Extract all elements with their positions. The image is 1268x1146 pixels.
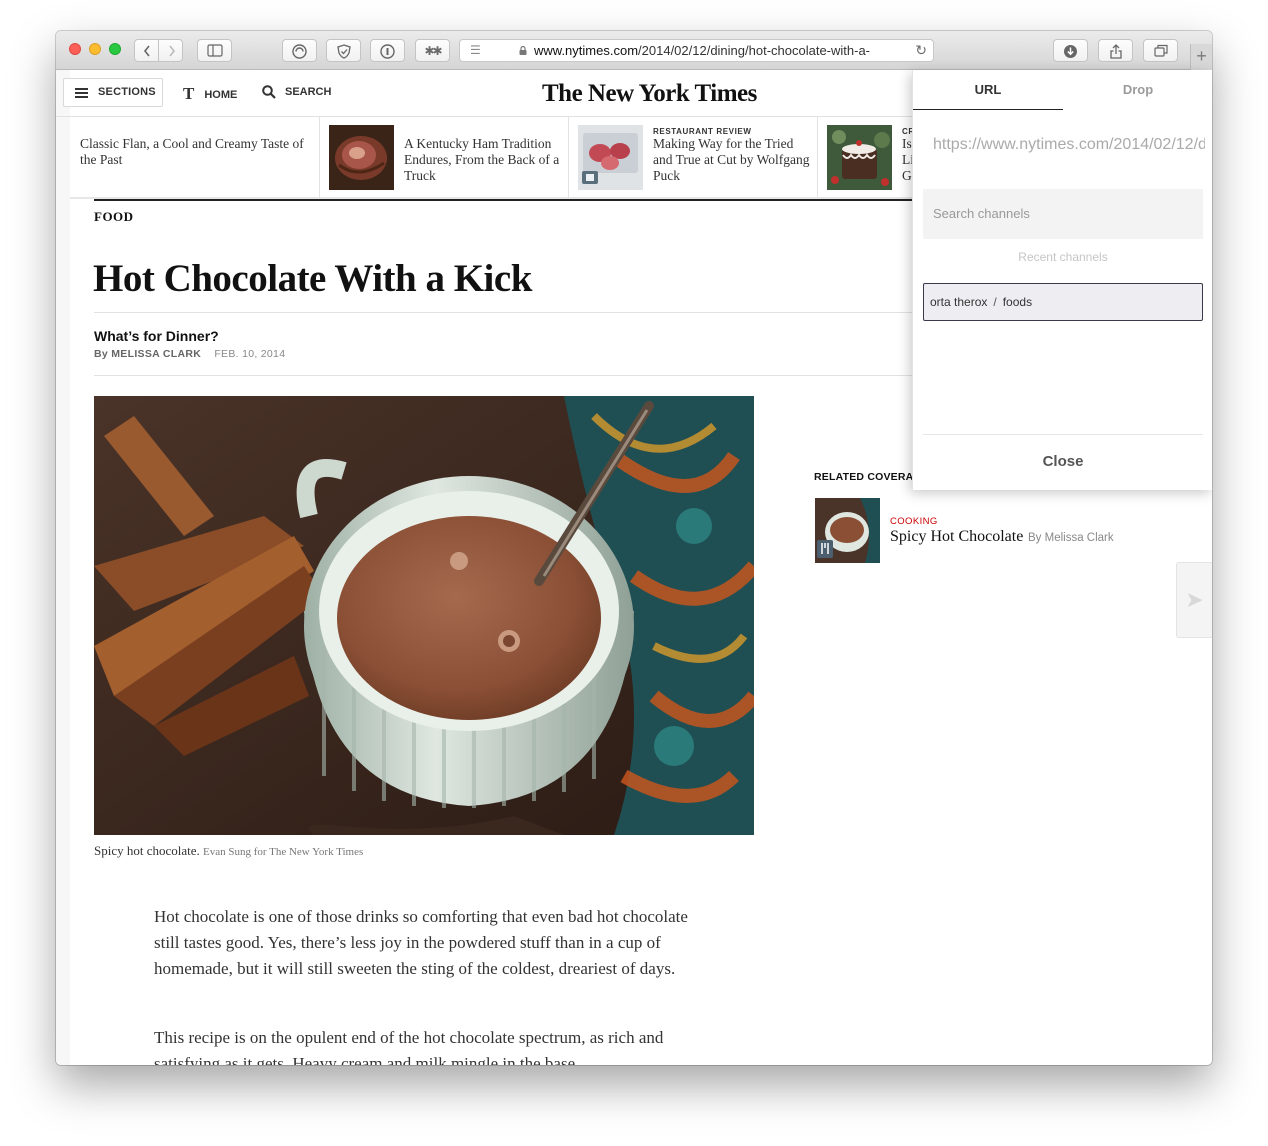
home-label: HOME [204,89,238,101]
lock-icon [519,46,527,55]
address-url: www.nytimes.com/2014/02/12/dining/hot-ch… [534,40,904,61]
minimize-window-button[interactable] [89,43,101,55]
tab-url[interactable]: URL [913,82,1063,97]
new-tab-button[interactable]: + [1190,44,1212,70]
article-paragraph: This recipe is on the opulent end of the… [154,1028,664,1065]
ribbon-headline: Classic Flan, a Cool and Creamy Taste of… [80,136,304,167]
sections-label: SECTIONS [98,86,156,98]
zoom-window-button[interactable] [109,43,121,55]
sections-button[interactable]: SECTIONS [63,78,163,107]
chevron-right-icon [169,45,176,57]
divider [94,199,954,201]
author-link[interactable]: MELISSA CLARK [111,348,201,360]
ribbon-thumbnail-meat [578,125,643,190]
close-window-button[interactable] [69,43,81,55]
url-field[interactable]: https://www.nytimes.com/2014/02/12/dinin… [933,136,1205,154]
article-paragraph: Hot chocolate is one of those drinks so … [154,907,688,978]
extension-password-button[interactable] [370,39,405,62]
close-button[interactable]: Close [913,453,1212,470]
share-to-channel-panel: URL Drop https://www.nytimes.com/2014/02… [912,70,1212,490]
publish-date: FEB. 10, 2014 [214,348,286,360]
related-title[interactable]: Spicy Hot Chocolate [890,528,1023,546]
story-ribbon: Classic Flan, a Cool and Creamy Taste of… [70,117,970,199]
tabs-overview-button[interactable] [1143,39,1178,62]
page-gutter [56,70,70,1065]
back-button[interactable] [134,39,159,62]
ribbon-kicker: RESTAURANT REVIEW [653,127,752,136]
channel-separator: / [993,295,997,309]
ribbon-item[interactable]: RESTAURANT REVIEW Making Way for the Tri… [569,117,818,197]
home-link[interactable]: T HOME [183,83,237,103]
chevron-right-icon: ➤ [1185,587,1204,612]
ribbon-item[interactable]: A Kentucky Ham Tradition Endures, From t… [320,117,569,197]
ribbon-headline: Making Way for the Tried and True at Cut… [653,136,810,183]
nyt-logo[interactable]: The New York Times [542,80,757,108]
divider [923,434,1203,435]
ribbon-item[interactable]: Classic Flan, a Cool and Creamy Taste of… [70,117,320,197]
reader-view-icon[interactable]: ☰ [470,40,481,61]
password-manager-icon [380,44,395,59]
address-path: /2014/02/12/dining/hot-chocolate-with-a- [638,43,871,58]
active-tab-indicator [913,109,1063,110]
reload-icon[interactable]: ↻ [915,40,927,61]
address-bar[interactable]: ☰ www.nytimes.com/2014/02/12/dining/hot-… [459,39,934,62]
channel-item[interactable]: orta therox / foods [923,283,1203,321]
browser-window: ✱✱ ☰ www.nytimes.com/2014/02/12/dining/h… [56,31,1212,1065]
channel-name: foods [1002,295,1033,309]
search-icon [262,85,276,99]
hamburger-icon [75,88,88,98]
byline: By MELISSA CLARK FEB. 10, 2014 [94,348,285,360]
address-host: www.nytimes.com [534,43,639,58]
photo-caption: Spicy hot chocolate. Evan Sung for The N… [94,843,363,859]
extension-stars-button[interactable]: ✱✱ [415,39,450,62]
downloads-button[interactable] [1053,39,1088,62]
column-name[interactable]: What’s for Dinner? [94,328,219,344]
sidebar-icon [206,44,223,57]
search-label: SEARCH [285,86,332,98]
hero-image-hot-chocolate [94,396,754,835]
browser-toolbar: ✱✱ ☰ www.nytimes.com/2014/02/12/dining/h… [56,31,1212,70]
divider [94,312,954,313]
nyt-t-icon: T [183,84,195,103]
download-icon [1064,45,1077,58]
byline-by: By [94,348,109,360]
ribbon-thumbnail-cake [827,125,892,190]
ribbon-headline: A Kentucky Ham Tradition Endures, From t… [404,136,560,183]
tabs-icon [1153,44,1168,57]
next-article-arrow[interactable]: ➤ [1176,562,1212,638]
recent-channels-label: Recent channels [1018,250,1108,264]
channel-owner: orta therox [930,295,988,309]
section-kicker[interactable]: FOOD [94,209,134,225]
caption-text: Spicy hot chocolate. [94,843,200,858]
related-byline: By Melissa Clark [1028,532,1114,544]
shield-icon [336,44,351,59]
share-icon [1109,44,1122,59]
ribbon-thumbnail-ham [329,125,394,190]
forward-button[interactable] [158,39,183,62]
related-thumbnail[interactable] [815,498,880,563]
extension-sync-button[interactable] [282,39,317,62]
divider [94,375,954,376]
sidebar-button[interactable] [197,39,232,62]
nav-buttons [134,39,184,62]
article-headline: Hot Chocolate With a Kick [93,257,532,300]
tab-drop[interactable]: Drop [1063,82,1212,97]
sync-icon [292,44,307,59]
share-button[interactable] [1098,39,1133,62]
search-channels-input[interactable]: Search channels [923,189,1203,239]
search-link[interactable]: SEARCH [262,85,332,99]
photo-credit: Evan Sung for The New York Times [203,846,364,858]
chevron-left-icon [143,45,150,57]
extension-shield-button[interactable] [326,39,361,62]
stars-icon: ✱✱ [424,44,442,58]
related-kicker[interactable]: COOKING [890,516,938,527]
